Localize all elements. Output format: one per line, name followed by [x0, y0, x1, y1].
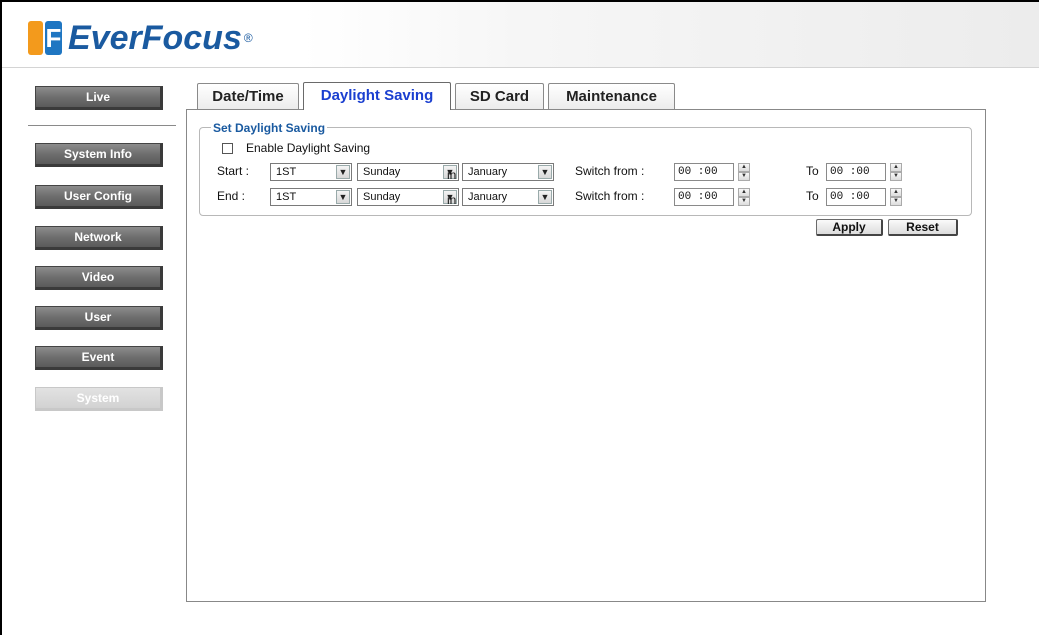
logo-registered-mark: ® — [243, 31, 253, 45]
start-to-time-input[interactable]: 00 :00 — [826, 163, 886, 181]
sidebar-item-user-config[interactable]: User Config — [35, 185, 163, 209]
end-in-label: in — [447, 193, 457, 207]
end-week-value: 1ST — [276, 191, 297, 203]
start-day-value: Sunday — [363, 166, 401, 178]
tab-sd-card[interactable]: SD Card — [455, 83, 544, 109]
start-month-select[interactable]: January ▼ — [462, 163, 554, 181]
sidebar-item-network[interactable]: Network — [35, 226, 163, 250]
start-week-select[interactable]: 1ST ▼ — [270, 163, 352, 181]
start-label: Start : — [217, 164, 250, 178]
daylight-saving-legend: Set Daylight Saving — [211, 121, 328, 135]
arrow-down-icon[interactable]: ▼ — [738, 172, 750, 181]
end-to-time-spinner[interactable]: ▲ ▼ — [890, 188, 902, 206]
arrow-up-icon[interactable]: ▲ — [738, 188, 750, 197]
logo-mark-letter: F — [45, 23, 62, 53]
end-month-value: January — [468, 191, 508, 203]
end-week-select[interactable]: 1ST ▼ — [270, 188, 352, 206]
start-month-value: January — [468, 166, 508, 178]
end-switch-from-label: Switch from : — [575, 189, 645, 203]
sidebar-item-system-info[interactable]: System Info — [35, 143, 163, 167]
sidebar-divider — [28, 125, 176, 126]
start-switch-from-label: Switch from : — [575, 164, 645, 178]
arrow-up-icon[interactable]: ▲ — [890, 163, 902, 172]
end-day-select[interactable]: Sunday ▼ — [357, 188, 459, 206]
arrow-down-icon[interactable]: ▼ — [890, 197, 902, 206]
sidebar-item-video[interactable]: Video — [35, 266, 163, 290]
start-from-time-input[interactable]: 00 :00 — [674, 163, 734, 181]
start-week-value: 1ST — [276, 166, 297, 178]
start-to-time-spinner[interactable]: ▲ ▼ — [890, 163, 902, 181]
end-from-time-input[interactable]: 00 :00 — [674, 188, 734, 206]
chevron-down-icon: ▼ — [336, 190, 350, 204]
start-day-select[interactable]: Sunday ▼ — [357, 163, 459, 181]
chevron-down-icon: ▼ — [538, 190, 552, 204]
end-to-label: To — [806, 189, 819, 203]
sidebar-item-system[interactable]: System — [35, 387, 163, 411]
logo-mark-icon: F — [28, 21, 62, 55]
start-in-label: in — [447, 168, 457, 182]
start-from-time-spinner[interactable]: ▲ ▼ — [738, 163, 750, 181]
tab-daylight-saving[interactable]: Daylight Saving — [303, 82, 451, 110]
chevron-down-icon: ▼ — [538, 165, 552, 179]
sidebar-item-live[interactable]: Live — [35, 86, 163, 110]
arrow-up-icon[interactable]: ▲ — [738, 163, 750, 172]
tab-maintenance[interactable]: Maintenance — [548, 83, 675, 109]
arrow-up-icon[interactable]: ▲ — [890, 188, 902, 197]
end-month-select[interactable]: January ▼ — [462, 188, 554, 206]
logo-text: EverFocus — [68, 18, 242, 57]
header: F EverFocus ® — [2, 2, 1039, 67]
end-day-value: Sunday — [363, 191, 401, 203]
apply-button[interactable]: Apply — [816, 219, 883, 236]
header-divider — [2, 67, 1039, 68]
reset-button[interactable]: Reset — [888, 219, 958, 236]
sidebar-item-event[interactable]: Event — [35, 346, 163, 370]
arrow-down-icon[interactable]: ▼ — [738, 197, 750, 206]
end-to-time-input[interactable]: 00 :00 — [826, 188, 886, 206]
enable-daylight-saving-checkbox[interactable] — [222, 143, 233, 154]
enable-daylight-saving-label: Enable Daylight Saving — [246, 141, 371, 155]
tab-date-time[interactable]: Date/Time — [197, 83, 299, 109]
logo: F EverFocus ® — [28, 18, 253, 58]
arrow-down-icon[interactable]: ▼ — [890, 172, 902, 181]
end-from-time-spinner[interactable]: ▲ ▼ — [738, 188, 750, 206]
start-to-label: To — [806, 164, 819, 178]
end-label: End : — [217, 189, 246, 203]
sidebar-item-user[interactable]: User — [35, 306, 163, 330]
chevron-down-icon: ▼ — [336, 165, 350, 179]
